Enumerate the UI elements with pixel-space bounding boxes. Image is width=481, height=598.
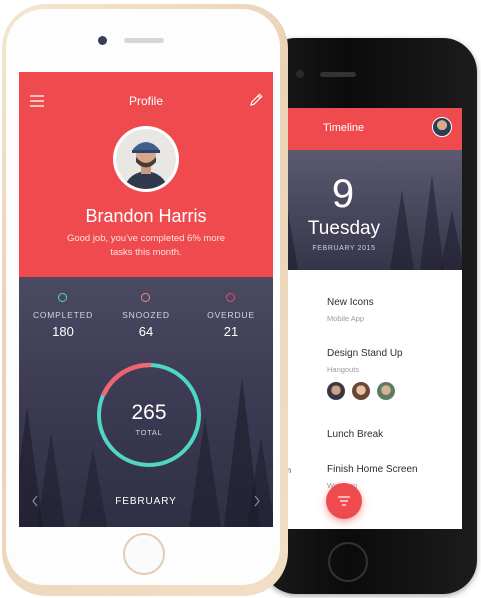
profile-header: Profile Brandon Harris Good job, you've … xyxy=(19,72,273,277)
total-label: TOTAL xyxy=(135,428,163,437)
avatar[interactable] xyxy=(352,382,370,400)
list-item-subtitle: Mobile App xyxy=(327,314,365,323)
stat-overdue: OVERDUE 21 xyxy=(191,293,271,343)
stat-label: SNOOZED xyxy=(122,310,170,320)
date-hero: 9 Tuesday FEBRUARY 2015 xyxy=(280,150,462,270)
edit-icon[interactable] xyxy=(248,92,264,108)
front-camera xyxy=(98,36,107,45)
stat-value: 21 xyxy=(223,324,239,339)
list-item[interactable]: m Lunch Break xyxy=(280,426,462,450)
timeline-title: Timeline xyxy=(323,122,365,134)
home-button[interactable] xyxy=(123,533,165,575)
list-item[interactable]: m Design Stand Up Hangouts xyxy=(280,344,462,406)
list-item-title: Design Stand Up xyxy=(327,348,403,359)
month-year: FEBRUARY 2015 xyxy=(312,245,376,252)
avatar[interactable] xyxy=(327,382,345,400)
chevron-right-icon[interactable] xyxy=(253,495,261,507)
list-item-title: New Icons xyxy=(327,297,374,308)
status-dot xyxy=(226,293,235,302)
profile-screen: Profile Brandon Harris Good job, you've … xyxy=(19,72,273,527)
status-dot xyxy=(141,293,150,302)
timeline-screen: Timeline 9 Tuesday FEBRUARY 2015 New Ico… xyxy=(280,108,462,529)
list-item-title: Finish Home Screen xyxy=(327,464,418,475)
filter-icon xyxy=(338,496,350,506)
user-name: Brandon Harris xyxy=(85,206,207,226)
list-item[interactable]: New Icons Mobile App xyxy=(280,292,462,328)
list-item-title: Lunch Break xyxy=(327,429,384,440)
page-title: Profile xyxy=(128,94,163,108)
timeline-header: Timeline xyxy=(280,108,462,150)
stat-value: 64 xyxy=(138,324,154,339)
total-value: 265 xyxy=(131,401,167,424)
progress-message: tasks this month. xyxy=(110,247,182,258)
day-number: 9 xyxy=(331,172,355,216)
front-camera xyxy=(296,70,304,78)
filter-button[interactable] xyxy=(326,483,362,519)
profile-photo xyxy=(116,129,176,189)
speaker xyxy=(124,38,164,43)
month-label: FEBRUARY xyxy=(115,496,177,507)
avatar[interactable] xyxy=(432,117,452,137)
stat-label: COMPLETED xyxy=(32,310,94,320)
stat-snoozed: SNOOZED 64 xyxy=(106,293,186,343)
stats-panel: COMPLETED 180 SNOOZED 64 OVERDUE 21 265 xyxy=(19,277,273,527)
speaker xyxy=(320,72,356,77)
weekday: Tuesday xyxy=(307,218,381,239)
list-item-subtitle: Hangouts xyxy=(327,365,360,374)
stat-label: OVERDUE xyxy=(207,310,255,320)
status-dot xyxy=(58,293,67,302)
stat-value: 180 xyxy=(52,324,74,339)
home-button[interactable] xyxy=(328,542,368,582)
avatar[interactable] xyxy=(113,126,179,192)
list-item[interactable]: am Finish Home Screen Web App xyxy=(280,462,462,498)
stat-completed: COMPLETED 180 xyxy=(23,293,103,343)
progress-message: Good job, you've completed 6% more xyxy=(66,233,226,244)
avatar[interactable] xyxy=(377,382,395,400)
